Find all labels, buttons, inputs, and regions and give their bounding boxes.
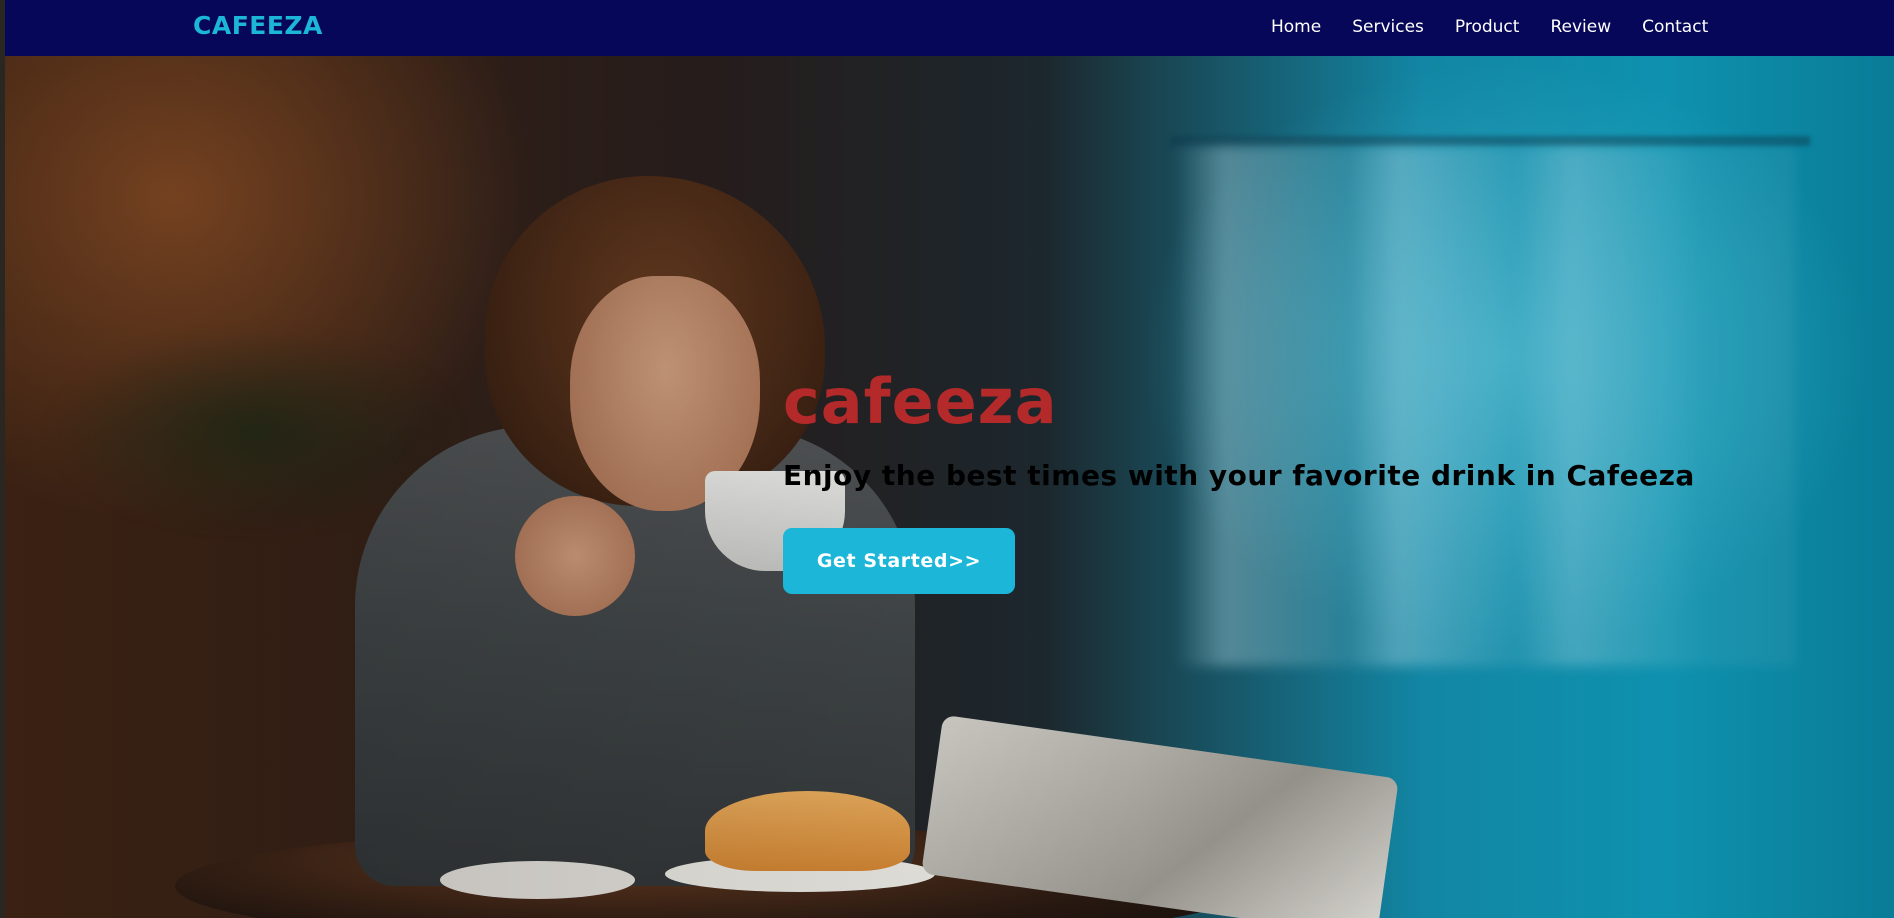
nav-link-contact[interactable]: Contact [1642, 16, 1708, 38]
nav-item-product: Product [1455, 16, 1551, 38]
hero-content: cafeeza Enjoy the best times with your f… [783, 368, 1695, 594]
nav-item-services: Services [1352, 16, 1455, 38]
nav-item-review: Review [1550, 16, 1642, 38]
hero-title: cafeeza [783, 365, 1058, 438]
window-left-edge [0, 0, 5, 918]
nav-link-review[interactable]: Review [1550, 16, 1611, 38]
nav-item-contact: Contact [1642, 16, 1739, 38]
nav-link-services[interactable]: Services [1352, 16, 1424, 38]
brand-logo[interactable]: CAFEEZA [193, 10, 323, 42]
nav-link-product[interactable]: Product [1455, 16, 1520, 38]
hero-subtitle: Enjoy the best times with your favorite … [783, 459, 1695, 492]
top-navbar: CAFEEZA Home Services Product Review Con… [5, 0, 1894, 56]
nav-link-home[interactable]: Home [1271, 16, 1321, 38]
nav-links: Home Services Product Review Contact [1271, 16, 1739, 38]
get-started-button[interactable]: Get Started>> [783, 528, 1015, 594]
nav-item-home: Home [1271, 16, 1352, 38]
page: CAFEEZA Home Services Product Review Con… [0, 0, 1894, 918]
